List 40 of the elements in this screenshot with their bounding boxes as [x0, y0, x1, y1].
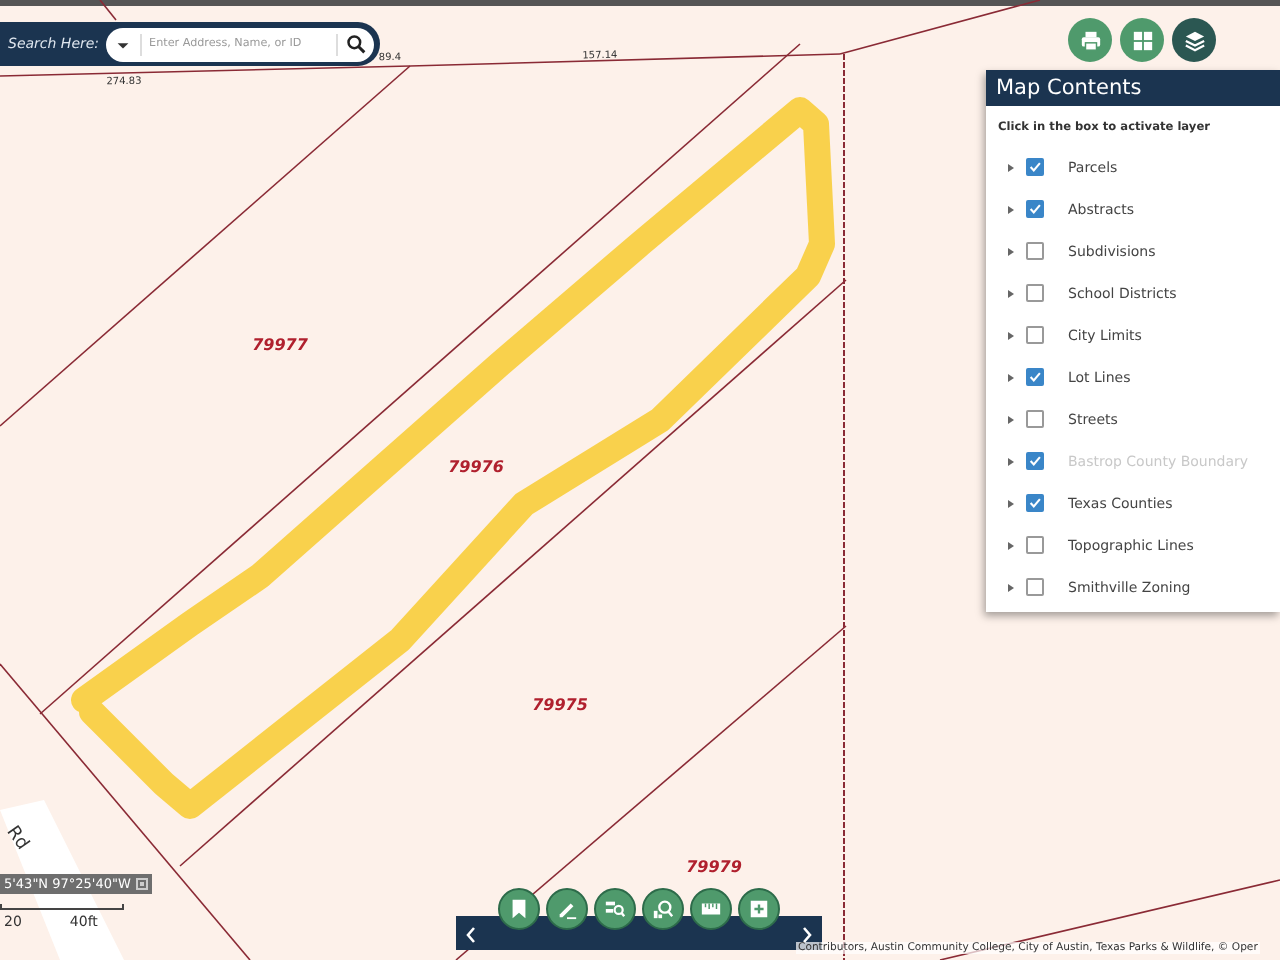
- query-button[interactable]: [642, 888, 684, 930]
- layer-checkbox[interactable]: [1026, 158, 1044, 176]
- parcel-number: 79979: [686, 858, 742, 876]
- layers-icon[interactable]: [1183, 29, 1205, 51]
- layer-checkbox[interactable]: [1026, 368, 1044, 386]
- expand-caret-icon[interactable]: [1006, 371, 1016, 383]
- layer-checkbox[interactable]: [1026, 326, 1044, 344]
- expand-caret-icon[interactable]: [1006, 539, 1016, 551]
- parcel-number: 79976: [448, 458, 504, 476]
- search-icon[interactable]: [346, 34, 366, 54]
- expand-caret-icon[interactable]: [1006, 413, 1016, 425]
- select-button[interactable]: [594, 888, 636, 930]
- parcel-boundary-line: [99, 0, 117, 21]
- panel-title: Map Contents: [986, 70, 1280, 106]
- layer-checkbox[interactable]: [1026, 410, 1044, 428]
- layer-checkbox[interactable]: [1026, 494, 1044, 512]
- parcel-number: 79977: [252, 336, 308, 354]
- parcel-number: 79975: [532, 696, 588, 714]
- expand-caret-icon[interactable]: [1006, 329, 1016, 341]
- road-label: Rd: [1, 822, 32, 854]
- bookmark-button[interactable]: [498, 888, 540, 930]
- expand-caret-icon[interactable]: [1006, 455, 1016, 467]
- expand-caret-icon[interactable]: [1006, 245, 1016, 257]
- layer-checkbox[interactable]: [1026, 578, 1044, 596]
- expand-caret-icon[interactable]: [1006, 161, 1016, 173]
- scale-bar: [0, 904, 124, 910]
- copy-icon[interactable]: [136, 878, 149, 890]
- printer-icon[interactable]: [1079, 29, 1101, 51]
- add-data-button[interactable]: [738, 888, 780, 930]
- measure-button[interactable]: [690, 888, 732, 930]
- layer-checkbox[interactable]: [1026, 242, 1044, 260]
- expand-caret-icon[interactable]: [1006, 287, 1016, 299]
- layer-checkbox[interactable]: [1026, 200, 1044, 218]
- expand-caret-icon[interactable]: [1006, 581, 1016, 593]
- expand-caret-icon[interactable]: [1006, 203, 1016, 215]
- grid-icon[interactable]: [1131, 29, 1153, 51]
- draw-button[interactable]: [546, 888, 588, 930]
- layer-checkbox[interactable]: [1026, 284, 1044, 302]
- layer-checkbox[interactable]: [1026, 536, 1044, 554]
- expand-caret-icon[interactable]: [1006, 497, 1016, 509]
